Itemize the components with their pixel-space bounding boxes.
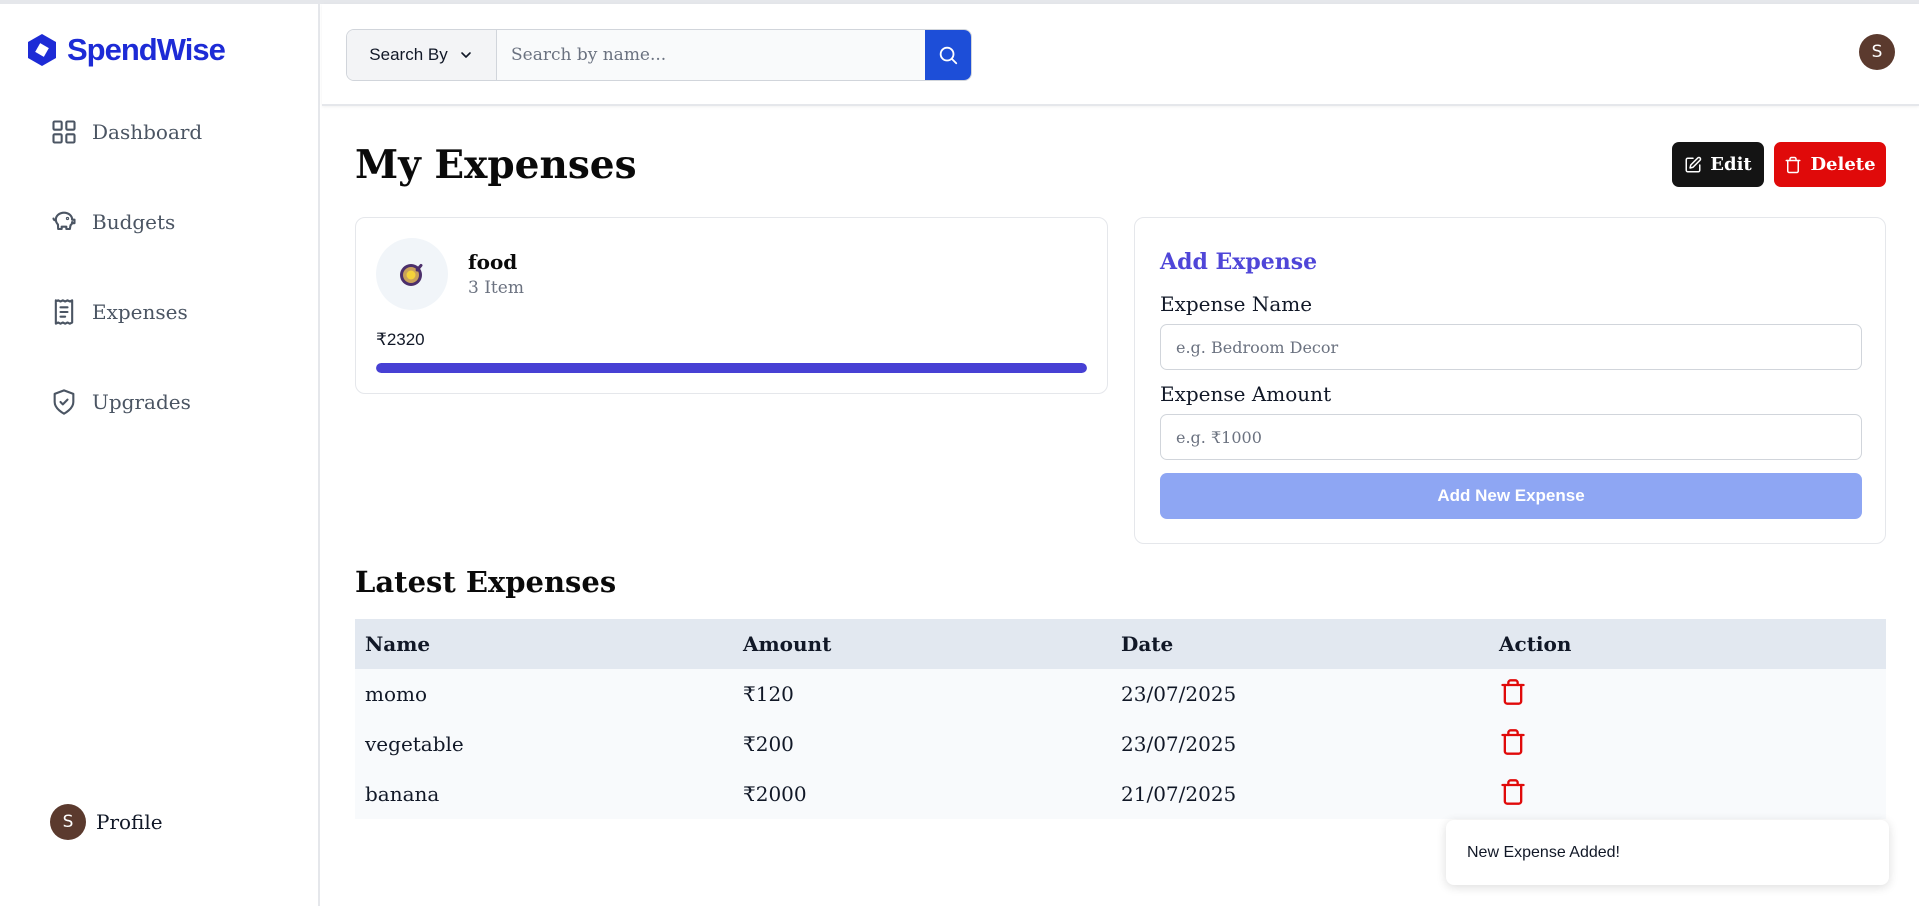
sidebar-item-expenses[interactable]: Expenses (50, 298, 188, 326)
expense-name-label: Expense Name (1160, 292, 1313, 316)
top-header: Search By S (322, 4, 1919, 106)
column-header-date: Date (1121, 632, 1174, 656)
delete-expense-button[interactable] (1499, 778, 1527, 806)
add-new-expense-button[interactable]: Add New Expense (1160, 473, 1862, 519)
budget-progress-bar (376, 363, 1087, 373)
search-bar: Search By (346, 29, 972, 81)
cooking-pan-icon (400, 263, 423, 286)
toast-notification[interactable]: New Expense Added! (1446, 820, 1889, 885)
expense-action (1489, 678, 1867, 711)
search-input[interactable] (497, 30, 925, 80)
sidebar-item-label: Budgets (92, 210, 176, 234)
add-expense-card: Add Expense Expense Name Expense Amount … (1134, 217, 1886, 544)
profile-label: Profile (96, 810, 163, 834)
expenses-table: Name Amount Date Action momo ₹120 23/07/… (355, 619, 1886, 819)
expense-amount-field[interactable] (1160, 414, 1862, 460)
expense-amount: ₹120 (743, 682, 794, 706)
search-button[interactable] (925, 30, 971, 80)
delete-expense-button[interactable] (1499, 678, 1527, 706)
expense-action (1489, 778, 1867, 811)
search-by-label: Search By (369, 45, 448, 64)
pencil-square-icon (1685, 156, 1702, 172)
sidebar-item-label: Expenses (92, 300, 188, 324)
expense-name: vegetable (365, 732, 464, 756)
sidebar-item-label: Upgrades (92, 390, 191, 414)
sidebar-item-upgrades[interactable]: Upgrades (50, 388, 191, 416)
expense-amount-label: Expense Amount (1160, 382, 1332, 406)
receipt-icon (54, 299, 74, 325)
table-row: banana ₹2000 21/07/2025 (355, 769, 1886, 819)
expense-date: 21/07/2025 (1121, 782, 1237, 806)
expense-amount: ₹200 (743, 732, 794, 756)
table-row: momo ₹120 23/07/2025 (355, 669, 1886, 719)
latest-expenses-title: Latest Expenses (355, 565, 617, 599)
piggy-bank-icon (52, 211, 76, 231)
trash-icon (1501, 778, 1525, 805)
budget-item-count: 3 Item (468, 278, 524, 298)
expense-name: momo (365, 682, 428, 706)
sidebar-item-dashboard[interactable]: Dashboard (50, 118, 202, 146)
search-by-dropdown[interactable]: Search By (347, 30, 497, 80)
toast-message: New Expense Added! (1467, 843, 1620, 861)
column-header-name: Name (365, 632, 431, 656)
app-name: SpendWise (67, 32, 226, 67)
budget-name: food (468, 250, 518, 274)
chevron-down-icon (460, 52, 471, 58)
layout-grid-icon (52, 120, 76, 144)
expense-date: 23/07/2025 (1121, 682, 1237, 706)
sidebar-profile[interactable]: S Profile (50, 804, 163, 840)
budget-amount: ₹2320 (376, 330, 425, 349)
trash-icon (1501, 678, 1525, 705)
edit-button[interactable]: Edit (1672, 142, 1764, 187)
trash-icon (1501, 728, 1525, 755)
edit-label: Edit (1710, 154, 1752, 175)
budget-card[interactable]: food 3 Item ₹2320 (355, 217, 1108, 394)
delete-expense-button[interactable] (1499, 728, 1527, 756)
expense-amount: ₹2000 (743, 782, 807, 806)
table-row: vegetable ₹200 23/07/2025 (355, 719, 1886, 769)
sidebar: SpendWise Dashboard Budgets Expenses Upg… (0, 4, 320, 906)
logo-icon (28, 34, 56, 66)
sidebar-item-label: Dashboard (92, 120, 203, 144)
trash-icon (1785, 156, 1801, 173)
expense-name: banana (365, 782, 440, 806)
expense-name-field[interactable] (1160, 324, 1862, 370)
search-icon (939, 46, 958, 65)
app-logo[interactable]: SpendWise (25, 32, 226, 68)
sidebar-item-budgets[interactable]: Budgets (50, 208, 175, 236)
budget-progress-fill (376, 363, 1087, 373)
page-title: My Expenses (355, 142, 637, 188)
column-header-amount: Amount (743, 632, 832, 656)
budget-emoji (376, 238, 448, 310)
shield-check-icon (53, 389, 75, 415)
avatar: S (50, 804, 86, 840)
table-header: Name Amount Date Action (355, 619, 1886, 669)
column-header-action: Action (1499, 632, 1572, 656)
add-expense-title: Add Expense (1160, 249, 1318, 275)
user-avatar[interactable]: S (1859, 34, 1895, 70)
delete-button[interactable]: Delete (1774, 142, 1886, 187)
expense-action (1489, 728, 1867, 761)
expense-date: 23/07/2025 (1121, 732, 1237, 756)
delete-label: Delete (1810, 154, 1876, 175)
